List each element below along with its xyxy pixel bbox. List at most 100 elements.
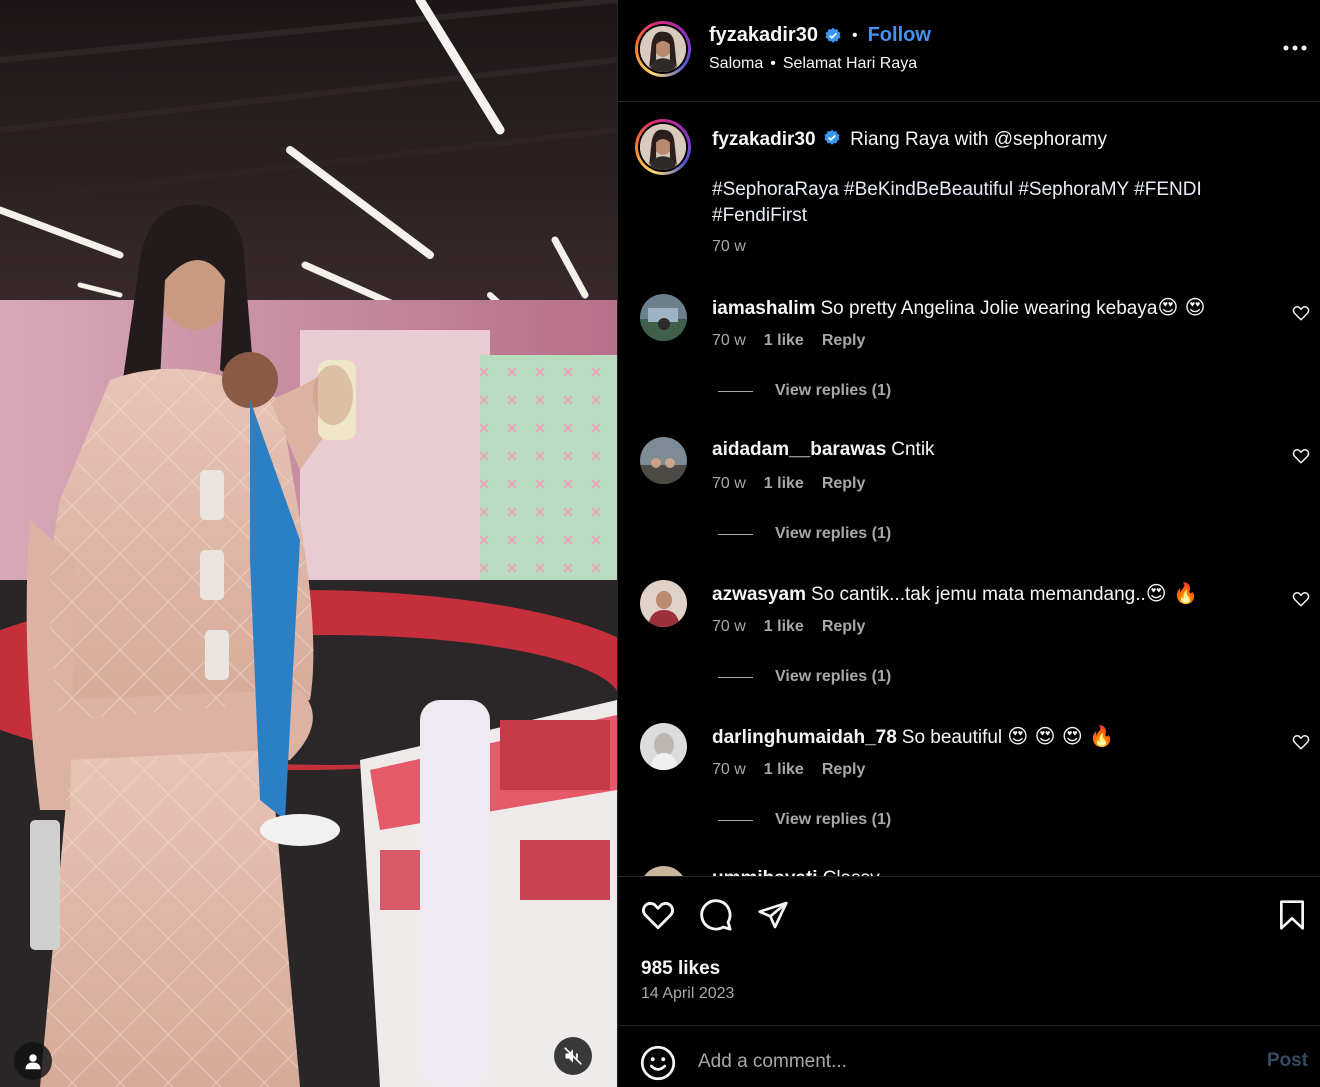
caption-hashtags[interactable]: #SephoraRaya #BeKindBeBeautiful #Sephora… <box>712 177 1292 229</box>
view-replies-label[interactable]: View replies (1) <box>775 382 891 400</box>
commenter-avatar[interactable] <box>640 437 687 484</box>
comment-item: azwasyam So cantik...tak jemu mata memand… <box>618 580 1320 722</box>
comment-text-row: azwasyam So cantik...tak jemu mata memand… <box>712 580 1272 608</box>
speech-bubble-icon <box>700 899 732 931</box>
caption: fyzakadir30 Riang Raya with @sephoramy <box>712 127 1292 153</box>
comment-text-row: darlinghumaidah_78 So beautiful 😍 😍 😍 🔥 <box>712 723 1272 751</box>
post-date: 14 April 2023 <box>641 985 735 1002</box>
comment-item: darlinghumaidah_78 So beautiful 😍 😍 😍 🔥 7… <box>618 723 1320 865</box>
comments-list[interactable]: fyzakadir30 Riang Raya with @sephoramy #… <box>618 103 1320 876</box>
caption-author-avatar[interactable] <box>635 119 691 175</box>
audio-info[interactable]: Saloma • Selamat Hari Raya <box>709 55 917 73</box>
follow-button[interactable]: Follow <box>868 24 931 47</box>
view-replies-button[interactable]: View replies (1) <box>718 668 891 686</box>
view-replies-button[interactable]: View replies (1) <box>718 811 891 829</box>
post-header: fyzakadir30 • Follow Saloma • Selamat Ha… <box>618 0 1320 102</box>
comment-text: So cantik...tak jemu mata memandang.. <box>811 584 1146 605</box>
person-icon <box>25 1054 41 1070</box>
speaker-muted-icon <box>564 1047 582 1065</box>
audio-artist[interactable]: Saloma <box>709 55 763 73</box>
add-comment-input[interactable] <box>698 1047 1218 1077</box>
comment-meta: 70 w 1 like Reply <box>712 475 865 493</box>
bookmark-icon <box>1280 900 1304 930</box>
view-replies-label[interactable]: View replies (1) <box>775 525 891 543</box>
separator-dot: • <box>770 55 776 72</box>
view-replies-button[interactable]: View replies (1) <box>718 525 891 543</box>
caption-username[interactable]: fyzakadir30 <box>712 129 816 150</box>
view-replies-label[interactable]: View replies (1) <box>775 668 891 686</box>
comment-emoji: 😍 😍 😍 🔥 <box>1007 724 1114 748</box>
like-count[interactable]: 985 likes <box>641 958 720 980</box>
comment-item: iamashalim So pretty Angelina Jolie weari… <box>618 294 1320 436</box>
comment-like-count[interactable]: 1 like <box>764 332 804 350</box>
comment-like-count[interactable]: 1 like <box>764 475 804 493</box>
audio-track[interactable]: Selamat Hari Raya <box>783 55 917 73</box>
comment-emoji: 😍 🔥 <box>1145 581 1198 605</box>
author-avatar[interactable] <box>635 21 691 77</box>
tagged-users-button[interactable] <box>14 1042 52 1080</box>
view-replies-button[interactable]: View replies (1) <box>718 382 891 400</box>
comment-text: Classy <box>823 868 880 876</box>
share-button[interactable] <box>755 897 791 933</box>
comment-item: ummihayati Classy <box>618 866 1320 876</box>
view-replies-label[interactable]: View replies (1) <box>775 811 891 829</box>
post-details-panel: fyzakadir30 • Follow Saloma • Selamat Ha… <box>617 0 1320 1087</box>
comment-text: So pretty Angelina Jolie wearing kebaya <box>820 298 1158 319</box>
commenter-username[interactable]: ummihayati <box>712 868 818 876</box>
replies-divider <box>718 390 753 392</box>
comment-emoji: 😍 😍 <box>1157 295 1206 319</box>
comment-text-row: aidadam__barawas Cntik <box>712 437 1272 463</box>
commenter-username[interactable]: aidadam__barawas <box>712 439 886 460</box>
reply-button[interactable]: Reply <box>822 761 866 779</box>
separator-dot: • <box>851 26 858 44</box>
post-comment-button[interactable]: Post <box>1267 1050 1308 1072</box>
action-bar: 985 likes 14 April 2023 <box>618 876 1320 1026</box>
reply-button[interactable]: Reply <box>822 475 866 493</box>
replies-divider <box>718 676 753 678</box>
comment-meta: 70 w 1 like Reply <box>712 761 865 779</box>
reply-button[interactable]: Reply <box>822 332 866 350</box>
avatar-image <box>640 124 686 170</box>
avatar-image <box>640 26 686 72</box>
caption-timestamp[interactable]: 70 w <box>712 238 746 256</box>
paper-plane-icon <box>758 901 788 929</box>
like-comment-heart-icon[interactable] <box>1292 590 1310 608</box>
commenter-avatar[interactable] <box>640 723 687 770</box>
caption-text: Riang Raya with @sephoramy <box>850 129 1107 150</box>
comment-timestamp[interactable]: 70 w <box>712 618 746 636</box>
like-comment-heart-icon[interactable] <box>1292 447 1310 465</box>
commenter-username[interactable]: azwasyam <box>712 584 806 605</box>
commenter-username[interactable]: iamashalim <box>712 298 816 319</box>
like-button[interactable] <box>640 897 676 933</box>
commenter-avatar[interactable] <box>640 580 687 627</box>
comment-composer: Post <box>618 1027 1320 1087</box>
post-photo <box>0 0 617 1087</box>
author-username[interactable]: fyzakadir30 <box>709 24 818 47</box>
comment-timestamp[interactable]: 70 w <box>712 332 746 350</box>
emoji-picker-icon[interactable] <box>640 1045 676 1081</box>
comment-item: aidadam__barawas Cntik 70 w 1 like Reply … <box>618 437 1320 579</box>
comment-text-row: ummihayati Classy <box>712 866 1272 876</box>
commenter-avatar[interactable] <box>640 866 687 876</box>
header-title-row: fyzakadir30 • Follow <box>709 24 931 47</box>
like-comment-heart-icon[interactable] <box>1292 304 1310 322</box>
heart-icon <box>641 901 675 930</box>
comment-meta: 70 w 1 like Reply <box>712 618 865 636</box>
comment-meta: 70 w 1 like Reply <box>712 332 865 350</box>
more-options-button[interactable] <box>1281 36 1309 60</box>
reply-button[interactable]: Reply <box>822 618 866 636</box>
save-button[interactable] <box>1274 897 1310 933</box>
more-icon <box>1283 45 1307 51</box>
comment-timestamp[interactable]: 70 w <box>712 761 746 779</box>
replies-divider <box>718 533 753 535</box>
comment-timestamp[interactable]: 70 w <box>712 475 746 493</box>
comment-like-count[interactable]: 1 like <box>764 618 804 636</box>
commenter-username[interactable]: darlinghumaidah_78 <box>712 727 897 748</box>
comment-like-count[interactable]: 1 like <box>764 761 804 779</box>
commenter-avatar[interactable] <box>640 294 687 341</box>
mute-button[interactable] <box>554 1037 592 1075</box>
post-media[interactable] <box>0 0 617 1087</box>
comment-button[interactable] <box>698 897 734 933</box>
replies-divider <box>718 819 753 821</box>
like-comment-heart-icon[interactable] <box>1292 733 1310 751</box>
